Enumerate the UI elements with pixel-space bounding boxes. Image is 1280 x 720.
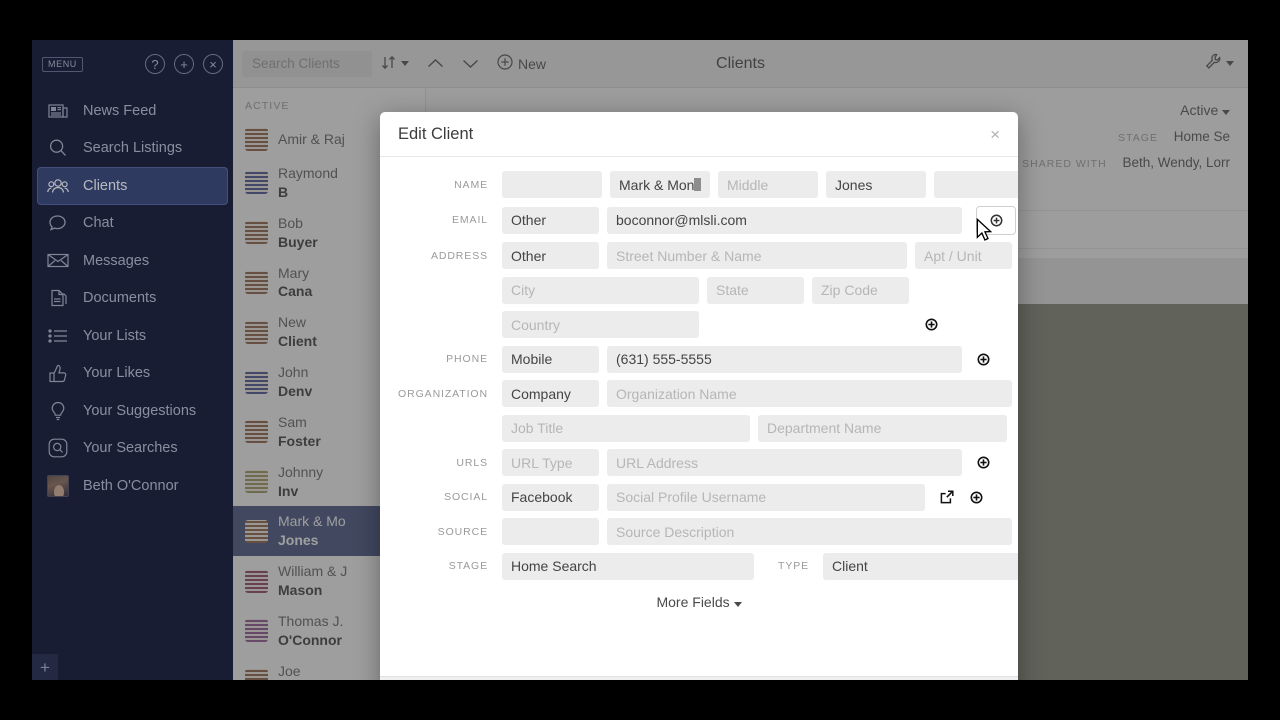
street-input[interactable]: Street Number & Name [607,242,907,269]
phone-label: PHONE [446,353,488,365]
dialog-title: Edit Client [398,124,474,143]
url-type-input[interactable]: URL Type [502,449,599,476]
sidebar-dim-overlay [32,40,233,680]
middle-name-input[interactable]: Middle [718,171,818,198]
screen: MENU ? + × News Feed Search Listings Cli… [0,0,1280,720]
email-label: EMAIL [451,214,488,226]
app-window: MENU ? + × News Feed Search Listings Cli… [32,40,1248,680]
dialog-footer: Delete Cancel Save Client [380,676,1018,680]
organization-detail-row: Job Title Department Name [502,414,1007,442]
apt-input[interactable]: Apt / Unit [915,242,1012,269]
chevron-down-icon [733,601,742,607]
organization-label: ORGANIZATION [398,387,488,400]
address-city-row: City State Zip Code [502,276,1004,304]
organization-row: ORGANIZATION Company Organization Name [394,380,1012,407]
urls-label: URLS [456,456,488,469]
urls-row: URLS URL Type URL Address [394,449,1004,476]
email-type-select[interactable]: Other [502,206,599,234]
type-select[interactable]: Client [823,552,1018,580]
department-input[interactable]: Department Name [758,414,1007,442]
source-type-select[interactable] [502,518,599,545]
phone-input[interactable]: (631) 555-5555 [607,345,962,373]
state-input[interactable]: State [707,276,804,304]
country-input[interactable]: Country [502,311,699,338]
name-row: NAME Mark & Mon Middle Jones [394,171,1018,198]
last-name-input[interactable]: Jones [826,171,926,198]
dialog-body: NAME Mark & Mon Middle Jones EMAIL Other… [380,157,1018,676]
stage-label: STAGE [448,560,488,572]
address-type-select[interactable]: Other [502,242,599,269]
email-row: EMAIL Other boconnor@mlsli.com [394,205,1016,235]
source-label: SOURCE [437,525,488,538]
edit-client-dialog: Edit Client × NAME Mark & Mon Middle Jon… [380,112,1018,680]
more-fields-toggle[interactable]: More Fields [394,594,1004,610]
url-address-input[interactable]: URL Address [607,449,962,476]
close-icon[interactable]: × [990,126,1000,143]
plus-circle-icon [977,456,989,469]
social-username-input[interactable]: Social Profile Username [607,483,925,511]
phone-row: PHONE Mobile (631) 555-5555 [394,345,1004,373]
first-name-input[interactable]: Mark & Mon [610,171,710,198]
zip-input[interactable]: Zip Code [812,276,909,304]
open-external-icon[interactable] [939,489,955,505]
add-social-button[interactable] [969,490,983,504]
social-row: SOCIAL Facebook Social Profile Username [394,483,1004,511]
more-fields-label: More Fields [656,593,730,610]
organization-name-input[interactable]: Organization Name [607,380,1012,407]
type-label: TYPE [778,560,810,572]
add-address-button[interactable] [924,318,938,332]
organization-type-select[interactable]: Company [502,380,599,407]
name-label: NAME [454,178,488,191]
stage-select[interactable]: Home Search [502,552,754,580]
plus-circle-icon [977,353,989,365]
source-description-input[interactable]: Source Description [607,518,1012,545]
dialog-header: Edit Client × [380,112,1018,157]
name-suffix-input[interactable] [934,171,1018,198]
name-prefix-input[interactable] [502,171,602,198]
source-row: SOURCE Source Description [394,518,1012,545]
address-row: ADDRESS Other Street Number & Name Apt /… [394,242,1012,269]
plus-circle-icon [970,491,982,503]
job-title-input[interactable]: Job Title [502,414,750,442]
plus-circle-icon [925,318,937,331]
phone-type-select[interactable]: Mobile [502,345,599,373]
city-input[interactable]: City [502,276,699,304]
social-label: SOCIAL [444,491,488,503]
address-label: ADDRESS [430,249,488,262]
stage-type-row: STAGE Home Search TYPE Client [394,552,1018,580]
address-country-row: Country [502,311,1004,338]
first-name-value: Mark & Mon [619,176,695,193]
email-input[interactable]: boconnor@mlsli.com [607,206,962,234]
text-cursor [694,178,701,191]
add-url-button[interactable] [976,456,990,470]
add-phone-button[interactable] [976,352,990,366]
mouse-cursor [976,218,993,241]
social-type-select[interactable]: Facebook [502,483,599,511]
